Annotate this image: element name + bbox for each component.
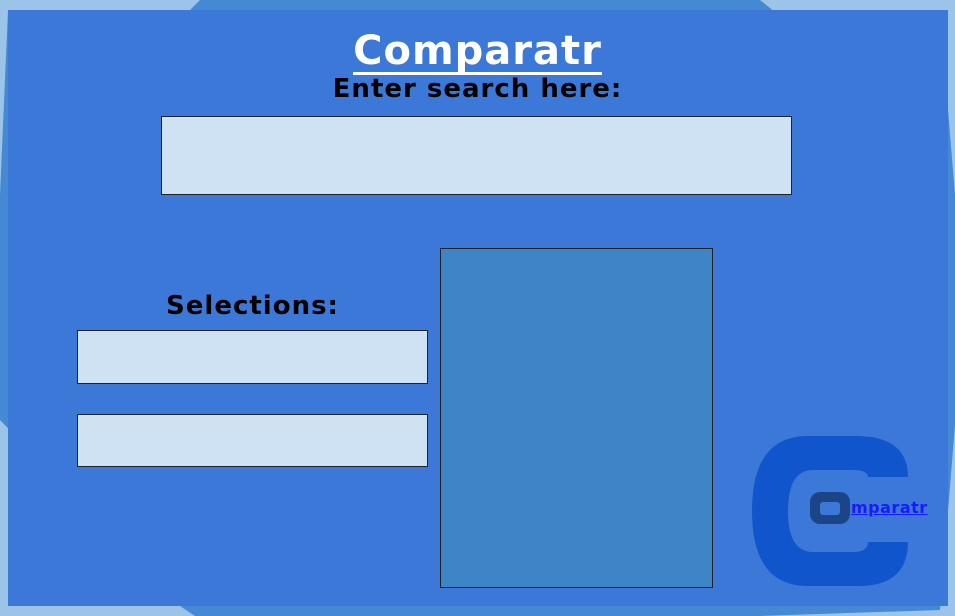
results-panel: [440, 248, 713, 588]
selections-label: Selections:: [166, 291, 339, 321]
selection-slot-2[interactable]: [77, 414, 428, 467]
selection-slot-1[interactable]: [77, 330, 428, 384]
logo-link[interactable]: mparatr: [851, 498, 928, 517]
search-input[interactable]: [161, 116, 792, 195]
search-label: Enter search here:: [332, 74, 623, 104]
page-title: Comparatr: [353, 28, 602, 75]
